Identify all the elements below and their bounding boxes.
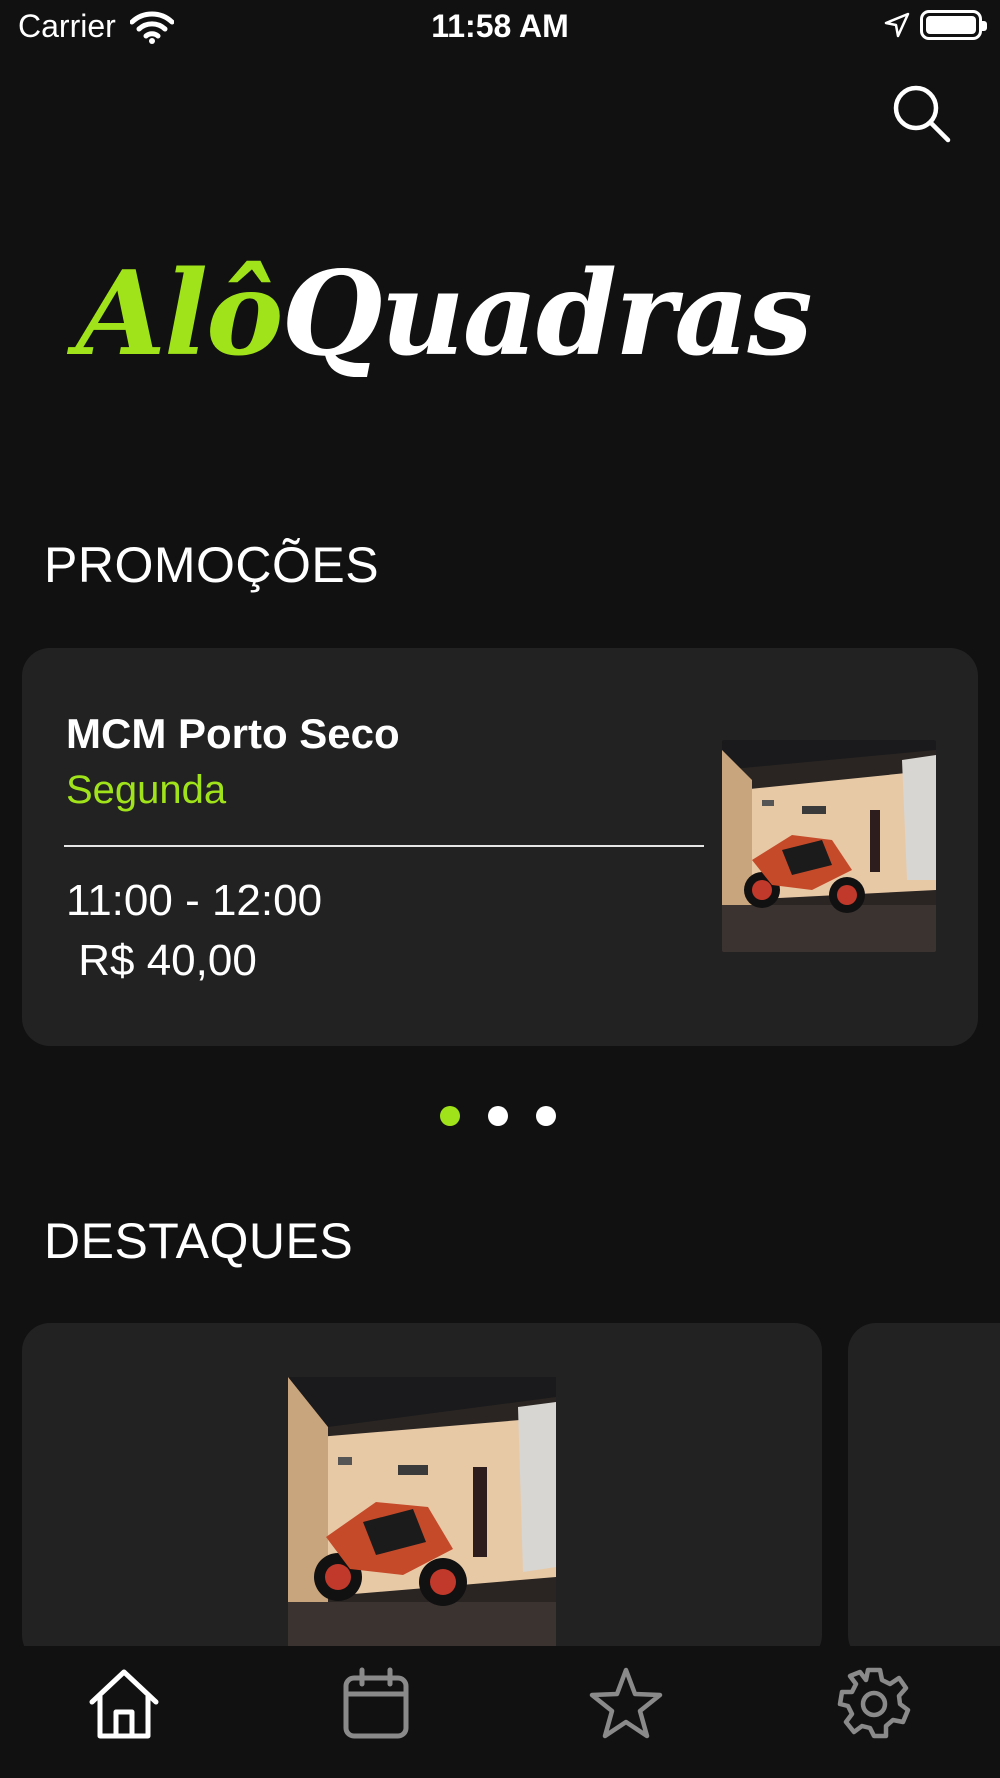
promotion-card[interactable]: MCM Porto Seco Segunda 11:00 - 12:00 R$ … (22, 648, 978, 1046)
promotion-day: Segunda (66, 768, 227, 812)
promotions-title: PROMOÇÕES (44, 537, 380, 593)
gear-icon[interactable] (834, 1664, 914, 1744)
highlights-title: DESTAQUES (44, 1213, 354, 1269)
highlight-image (288, 1377, 556, 1663)
tab-bar (0, 1646, 1000, 1778)
highlight-card[interactable] (848, 1323, 1000, 1663)
highlight-card[interactable] (22, 1323, 822, 1663)
search-icon[interactable] (890, 82, 954, 146)
divider (64, 845, 704, 847)
status-time: 11:58 AM (431, 8, 569, 44)
pagination-dot-active[interactable] (440, 1106, 460, 1126)
battery-icon (920, 10, 987, 40)
app-logo: AlôQuadras (76, 256, 813, 372)
promotion-venue-name: MCM Porto Seco (66, 710, 400, 757)
location-arrow-icon (884, 12, 910, 38)
promotion-price: R$ 40,00 (66, 936, 257, 985)
calendar-icon[interactable] (336, 1664, 416, 1744)
promotion-image (722, 740, 936, 952)
home-icon[interactable] (84, 1664, 164, 1744)
pagination-dot[interactable] (536, 1106, 556, 1126)
promotion-time: 11:00 - 12:00 (66, 876, 323, 925)
pagination-dot[interactable] (488, 1106, 508, 1126)
star-icon[interactable] (586, 1664, 666, 1744)
logo-part-quadras: Quadras (281, 246, 812, 382)
logo-part-alo: Alô (76, 246, 283, 382)
